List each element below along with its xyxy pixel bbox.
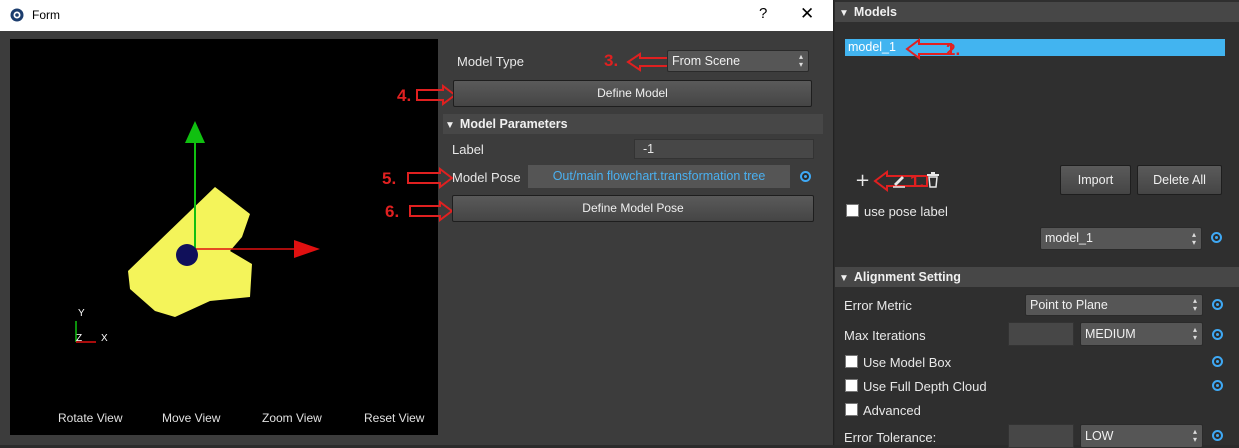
model-pose-radio-icon[interactable]: [800, 171, 811, 182]
step-2-label: 2.: [946, 40, 961, 59]
use-full-depth-radio-icon[interactable]: [1212, 380, 1223, 391]
max-iterations-input[interactable]: [1008, 322, 1074, 346]
spin-arrows-icon: ▴ ▾: [1192, 296, 1197, 313]
model-parameters-header[interactable]: ▼ Model Parameters: [443, 114, 823, 134]
step-4-arrow-icon: [416, 84, 457, 106]
y-axis-arrow: [185, 121, 205, 143]
import-button[interactable]: Import: [1060, 165, 1131, 195]
right-panel: ▼ Models model_1 2. + 1. Import Delete Al…: [835, 0, 1239, 448]
advanced-checkbox[interactable]: [845, 403, 858, 416]
error-tolerance-value: LOW: [1085, 429, 1114, 443]
use-full-depth-checkbox[interactable]: [845, 379, 858, 392]
step-1-label: 1.: [910, 172, 925, 191]
spin-arrows-icon: ▴ ▾: [1192, 325, 1197, 342]
use-model-box-radio-icon[interactable]: [1212, 356, 1223, 367]
error-tolerance-select[interactable]: LOW ▴ ▾: [1080, 424, 1203, 448]
models-list[interactable]: model_1: [845, 30, 1231, 160]
zoom-view-button[interactable]: Zoom View: [262, 411, 322, 425]
pose-model-select[interactable]: model_1 ▴ ▾: [1040, 227, 1202, 250]
form-window: Form ? ✕ Y Z X Rotate View Move View Zoo: [0, 0, 834, 445]
step-3-label: 3.: [604, 51, 619, 70]
step-5-label: 5.: [382, 169, 397, 188]
max-iterations-radio-icon[interactable]: [1212, 329, 1223, 340]
model-type-select[interactable]: From Scene ▴ ▾: [667, 50, 809, 72]
models-header[interactable]: ▼ Models: [835, 2, 1239, 22]
spin-arrows-icon: ▴ ▾: [1191, 229, 1196, 247]
close-button[interactable]: ✕: [800, 4, 814, 24]
label-input[interactable]: -1: [634, 139, 814, 159]
use-pose-label-text: use pose label: [864, 204, 948, 219]
add-icon[interactable]: +: [855, 170, 870, 191]
scene-canvas: Y Z X: [75, 121, 320, 344]
collapse-triangle-icon: ▼: [839, 8, 849, 19]
error-tolerance-radio-icon[interactable]: [1212, 430, 1223, 441]
window-title: Form: [32, 8, 60, 22]
define-model-button[interactable]: Define Model: [453, 80, 812, 107]
step-5-arrow-icon: [407, 167, 454, 189]
model-pose-link[interactable]: Out/main flowchart.transformation tree: [528, 165, 790, 188]
title-bar: Form ? ✕: [0, 0, 833, 31]
error-metric-radio-icon[interactable]: [1212, 299, 1223, 310]
model-type-value: From Scene: [672, 54, 741, 68]
move-view-button[interactable]: Move View: [162, 411, 220, 425]
max-iterations-value: MEDIUM: [1085, 327, 1136, 341]
pose-model-value: model_1: [1045, 231, 1093, 245]
use-model-box-checkbox[interactable]: [845, 355, 858, 368]
list-item[interactable]: model_1: [845, 39, 1225, 56]
model-type-label: Model Type: [457, 54, 524, 69]
step-4-label: 4.: [397, 86, 412, 105]
spin-arrows-icon: ▴ ▾: [1192, 427, 1197, 444]
label-label: Label: [452, 142, 484, 157]
models-title: Models: [853, 5, 897, 19]
pose-model-radio-icon[interactable]: [1211, 232, 1222, 243]
rotate-view-button[interactable]: Rotate View: [58, 411, 122, 425]
origin-sphere: [176, 244, 198, 266]
edit-icon[interactable]: [892, 172, 906, 188]
model-parameters-title: Model Parameters: [459, 117, 568, 131]
app-icon: [10, 8, 24, 22]
3d-viewport[interactable]: Y Z X Rotate View Move View Zoom View Re…: [10, 39, 438, 435]
collapse-triangle-icon: ▼: [445, 120, 455, 131]
max-iterations-select[interactable]: MEDIUM ▴ ▾: [1080, 322, 1203, 346]
reset-view-button[interactable]: Reset View: [364, 411, 424, 425]
corner-y-label: Y: [78, 308, 85, 319]
define-model-pose-button[interactable]: Define Model Pose: [452, 195, 814, 222]
alignment-setting-title: Alignment Setting: [853, 270, 961, 284]
step-3-arrow-icon: [626, 52, 669, 72]
error-metric-value: Point to Plane: [1030, 298, 1108, 312]
use-pose-label-checkbox[interactable]: [846, 204, 859, 217]
corner-x-label: X: [101, 333, 108, 344]
collapse-triangle-icon: ▼: [839, 273, 849, 284]
help-button[interactable]: ?: [759, 5, 767, 22]
advanced-text: Advanced: [863, 403, 921, 418]
delete-all-button[interactable]: Delete All: [1137, 165, 1222, 195]
use-model-box-text: Use Model Box: [863, 355, 952, 370]
model-pose-label: Model Pose: [452, 170, 521, 185]
error-tolerance-label: Error Tolerance:: [844, 430, 937, 445]
x-axis-arrow: [294, 240, 320, 258]
step-6-label: 6.: [385, 202, 400, 221]
use-full-depth-text: Use Full Depth Cloud: [863, 379, 987, 394]
error-metric-label: Error Metric: [844, 298, 912, 313]
max-iterations-label: Max Iterations: [844, 328, 926, 343]
trash-icon[interactable]: [926, 172, 940, 188]
spin-arrows-icon: ▴ ▾: [798, 52, 803, 69]
corner-z-label: Z: [76, 333, 82, 344]
step-6-arrow-icon: [409, 200, 454, 222]
alignment-setting-header[interactable]: ▼ Alignment Setting: [835, 267, 1239, 287]
error-metric-select[interactable]: Point to Plane ▴ ▾: [1025, 294, 1203, 316]
error-tolerance-input[interactable]: [1008, 424, 1074, 448]
